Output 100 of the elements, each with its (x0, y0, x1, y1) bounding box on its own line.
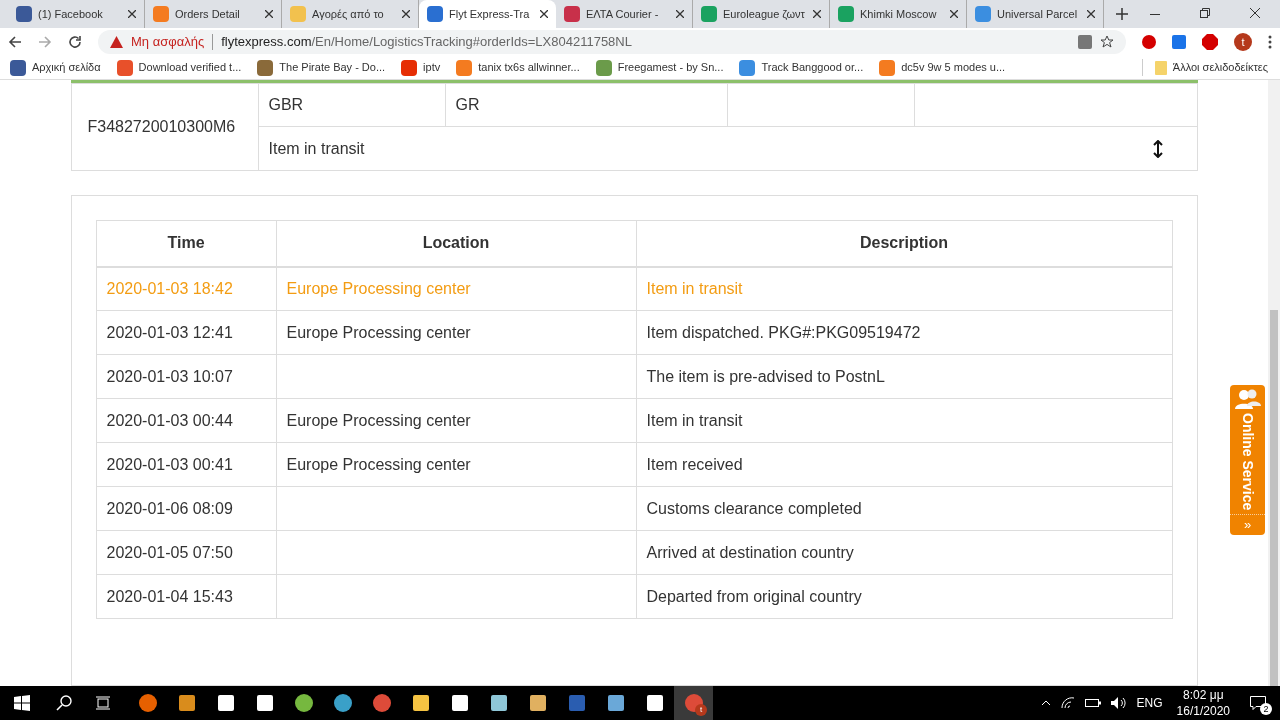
address-bar[interactable]: Μη ασφαλής flytexpress.com/En/Home/LogisticsTracking#orderIds=LX804211758NL (98, 30, 1126, 54)
other-bookmarks[interactable]: Άλλοι σελιδοδείκτες (1141, 59, 1268, 76)
back-icon[interactable] (8, 35, 22, 49)
status-text: Item in transit (268, 138, 365, 159)
expand-icon[interactable] (1152, 139, 1163, 158)
table-cell: Europe Processing center (276, 310, 636, 355)
windows-icon[interactable] (14, 695, 30, 711)
close-icon[interactable] (1087, 10, 1095, 18)
bookmark[interactable]: iptv (401, 59, 441, 76)
table-cell: Item received (636, 442, 1172, 487)
close-icon[interactable] (402, 10, 410, 18)
table-cell: 2020-01-03 18:42 (96, 266, 276, 311)
site-icon (401, 59, 418, 76)
people-icon (1234, 389, 1261, 409)
reload-icon[interactable] (68, 35, 82, 49)
table-cell: Item in transit (636, 266, 1172, 311)
browser-tab[interactable]: (1) Facebook (8, 0, 145, 28)
table-cell: Item dispatched. PKG#:PKG09519472 (636, 310, 1172, 355)
browser-tab[interactable]: Orders Detail (145, 0, 282, 28)
chevron-up-icon[interactable] (1040, 700, 1051, 706)
bookmark[interactable]: tanix tx6s allwinner... (456, 59, 580, 76)
bookmark[interactable]: Track Banggood or... (739, 59, 864, 76)
table-cell: 2020-01-03 12:41 (96, 310, 276, 355)
tab-title: Flyt Express-Tra (449, 6, 531, 22)
table-cell: F3482720010300M6 (71, 83, 258, 171)
site-icon (16, 6, 32, 22)
tab-title: Euroleague ζωντ (723, 6, 806, 22)
close-icon[interactable] (676, 10, 684, 18)
site-icon (838, 6, 854, 22)
site-icon (975, 6, 991, 22)
time-text: 8:02 μμ (1183, 687, 1224, 703)
tab-title: (1) Facebook (38, 6, 104, 22)
menu-icon[interactable] (1268, 35, 1272, 49)
table-cell: 2020-01-06 08:09 (96, 486, 276, 531)
volume-icon[interactable] (1110, 697, 1127, 709)
table-cell: 2020-01-03 00:44 (96, 398, 276, 443)
bookmark[interactable]: Download verified t... (116, 59, 242, 76)
table-cell: The item is pre-advised to PostnL (636, 354, 1172, 399)
site-icon (153, 6, 169, 22)
column-header: Location (276, 220, 636, 267)
tab-title: Orders Detail (175, 6, 241, 22)
star-icon[interactable] (1100, 35, 1114, 49)
browser-tab[interactable]: Khimki Moscow (830, 0, 967, 28)
notification-count: 2 (1260, 703, 1272, 715)
bookmark[interactable]: The Pirate Bay - Do... (257, 59, 386, 76)
site-icon (701, 6, 717, 22)
notification-button[interactable]: 2 (1244, 691, 1272, 715)
tab-title: Khimki Moscow (860, 6, 938, 22)
close-icon[interactable] (265, 10, 273, 18)
site-icon (290, 6, 306, 22)
column-header: Time (96, 220, 276, 267)
site-icon (739, 59, 756, 76)
tab-title: Αγορές από το (312, 6, 385, 22)
table-cell: Customs clearance completed (636, 486, 1172, 531)
close-icon[interactable] (1250, 8, 1260, 18)
browser-tab[interactable]: Αγορές από το (282, 0, 419, 28)
table-cell: Europe Processing center (276, 442, 636, 487)
language-indicator[interactable]: ENG (1136, 694, 1163, 712)
minimize-icon[interactable] (1150, 14, 1160, 16)
adblock-icon[interactable] (1202, 34, 1218, 50)
browser-tab[interactable]: Flyt Express-Tra (419, 0, 556, 28)
browser-tab[interactable]: Universal Parcel (967, 0, 1104, 28)
table-cell: 2020-01-03 00:41 (96, 442, 276, 487)
close-icon[interactable] (128, 10, 136, 18)
site-icon (257, 59, 274, 76)
table-cell: Europe Processing center (276, 398, 636, 443)
bookmark[interactable]: dc5v 9w 5 modes u... (879, 59, 1006, 76)
search-icon[interactable] (56, 695, 72, 711)
wifi-icon[interactable] (1060, 697, 1075, 709)
table-cell: 2020-01-03 10:07 (96, 354, 276, 399)
restore-icon[interactable] (1200, 8, 1210, 18)
site-icon (10, 59, 26, 76)
date-text: 16/1/2020 (1176, 703, 1230, 719)
site-icon (564, 6, 580, 22)
site-icon (427, 6, 443, 22)
column-header: Description (636, 220, 1172, 267)
table-cell: Departed from original country (636, 574, 1172, 619)
bookmark[interactable]: Freegamest - by Sn... (595, 59, 724, 76)
tab-title: Universal Parcel (997, 6, 1079, 22)
profile-avatar[interactable]: t (1234, 33, 1252, 51)
clock[interactable]: 8:02 μμ 16/1/2020 (1172, 687, 1234, 719)
site-icon (879, 59, 896, 76)
table-cell: GR (445, 83, 727, 127)
taskbar-app[interactable]: t (674, 686, 713, 720)
battery-icon[interactable] (1084, 698, 1101, 708)
bookmark[interactable]: Αρχική σελίδα (10, 59, 101, 76)
site-icon (595, 59, 612, 76)
close-icon[interactable] (813, 10, 821, 18)
stop-sign-icon[interactable] (1142, 35, 1156, 49)
table-cell: Europe Processing center (276, 266, 636, 311)
task-view-icon[interactable] (96, 696, 112, 710)
security-label: Μη ασφαλής (131, 33, 205, 52)
online-service-label: Online Service (1239, 413, 1257, 511)
browser-tab[interactable]: Euroleague ζωντ (693, 0, 830, 28)
message-icon (1250, 696, 1266, 710)
tab-title: ΕΛΤΑ Courier - (586, 6, 660, 22)
close-icon[interactable] (950, 10, 958, 18)
close-icon[interactable] (540, 10, 548, 18)
browser-tab[interactable]: ΕΛΤΑ Courier - (556, 0, 693, 28)
new-tab-icon[interactable] (1116, 8, 1128, 20)
